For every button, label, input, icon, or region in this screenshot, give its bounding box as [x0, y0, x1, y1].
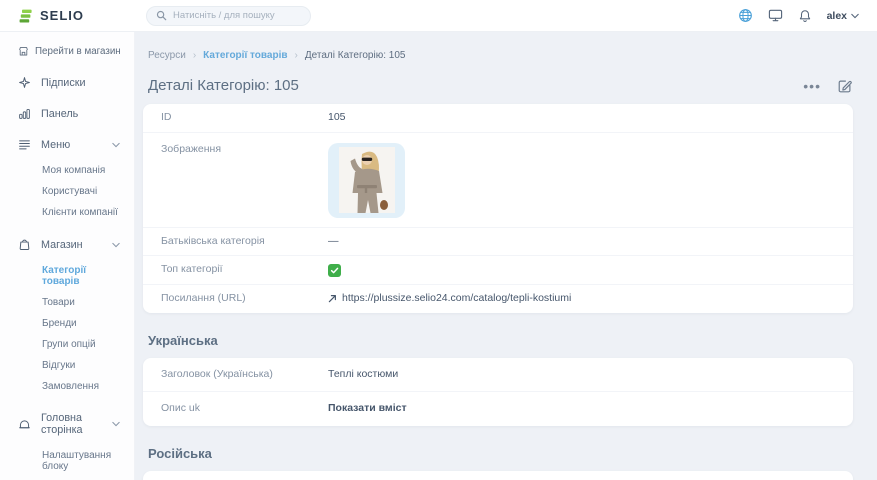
category-url-link[interactable]: https://plussize.selio24.com/catalog/tep… — [342, 292, 571, 306]
detail-row-url: Посилання (URL) https://plussize.selio24… — [143, 285, 853, 313]
sidebar-item-label: Панель — [41, 108, 120, 120]
show-content-link-uk[interactable]: Показати вміст — [328, 402, 407, 416]
field-label: Топ категорії — [161, 263, 328, 277]
home-page-icon — [17, 418, 31, 431]
more-actions-button[interactable]: ••• — [803, 81, 821, 91]
uk-description-row: Опис uk Показати вміст — [143, 392, 853, 426]
section-title-ukrainian: Українська — [148, 333, 853, 348]
edit-pencil-icon — [837, 78, 853, 94]
field-value: — — [328, 235, 339, 249]
field-label: Зображення — [161, 141, 328, 157]
category-image-thumbnail[interactable] — [328, 143, 405, 218]
section-title-russian: Російська — [148, 446, 853, 461]
field-value: 105 — [328, 111, 346, 125]
header-actions: alex — [738, 8, 859, 23]
bell-icon[interactable] — [798, 9, 812, 23]
uk-heading-row: Заголовок (Українська) Теплі костюми — [143, 358, 853, 393]
sidebar-subitem-products[interactable]: Товари — [0, 292, 134, 313]
sidebar-item-label: Головна сторінка — [41, 412, 102, 436]
sidebar-subitem-brands[interactable]: Бренди — [0, 313, 134, 334]
sidebar-item-menu[interactable]: Меню — [0, 129, 134, 160]
user-name: alex — [827, 10, 847, 22]
breadcrumb-current: Деталі Категорію: 105 — [305, 50, 406, 61]
field-label: Батьківська категорія — [161, 235, 328, 249]
sidebar-item-label: Підписки — [41, 77, 120, 89]
page-actions: ••• — [803, 78, 853, 94]
sidebar-item-panel[interactable]: Панель — [0, 98, 134, 129]
top-category-checkbox[interactable] — [328, 264, 341, 277]
breadcrumb-resources[interactable]: Ресурси — [148, 50, 186, 61]
category-photo — [338, 147, 396, 213]
title-row: Деталі Категорію: 105 ••• — [148, 77, 853, 94]
breadcrumb-separator: › — [193, 50, 196, 61]
display-icon[interactable] — [768, 8, 783, 23]
sidebar-item-label: Меню — [41, 139, 102, 151]
edit-button[interactable] — [837, 78, 853, 94]
category-details-card: ID 105 Зображення — [143, 104, 853, 313]
field-value: Теплі костюми — [328, 368, 398, 382]
selio-logo-icon — [18, 8, 34, 24]
sidebar-subitem-reviews[interactable]: Відгуки — [0, 355, 134, 376]
sidebar-item-shop[interactable]: Магазин — [0, 229, 134, 260]
field-label: Опис uk — [161, 402, 328, 416]
field-label: ID — [161, 111, 328, 125]
detail-row-image: Зображення — [143, 133, 853, 228]
field-label: Посилання (URL) — [161, 292, 328, 306]
sidebar-item-home-page[interactable]: Головна сторінка — [0, 403, 134, 445]
sidebar-subitem-option-groups[interactable]: Групи опцій — [0, 334, 134, 355]
sidebar-subitem-orders[interactable]: Замовлення — [0, 376, 134, 397]
sparkles-icon — [17, 76, 31, 89]
go-to-store-label: Перейти в магазин — [35, 46, 121, 57]
bar-chart-icon — [17, 107, 31, 120]
sidebar: Перейти в магазин Підписки — [0, 32, 135, 480]
storefront-icon — [18, 46, 29, 57]
ukrainian-card: Заголовок (Українська) Теплі костюми Опи… — [143, 358, 853, 426]
field-label: Заголовок (Українська) — [161, 368, 328, 382]
detail-row-top-category: Топ категорії — [143, 256, 853, 285]
user-menu[interactable]: alex — [827, 10, 859, 22]
main-content: Ресурси › Категорії товарів › Деталі Кат… — [135, 32, 877, 480]
search-input[interactable]: Натисніть / для пошуку — [146, 6, 311, 26]
breadcrumb-separator: › — [295, 50, 298, 61]
shopping-bag-icon — [17, 238, 31, 251]
external-link-icon — [328, 294, 337, 303]
chevron-down-icon — [851, 13, 859, 19]
detail-row-parent-category: Батьківська категорія — — [143, 228, 853, 257]
hamburger-icon — [17, 138, 31, 151]
sidebar-subitem-company-clients[interactable]: Клієнти компанії — [0, 202, 134, 223]
sidebar-subitem-my-company[interactable]: Моя компанія — [0, 160, 134, 181]
sidebar-item-subscriptions[interactable]: Підписки — [0, 67, 134, 98]
detail-row-id: ID 105 — [143, 104, 853, 133]
sidebar-go-to-store-link[interactable]: Перейти в магазин — [0, 38, 134, 67]
russian-card: Заголовок (Російська) Тёплые костюмы Опи… — [143, 471, 853, 480]
chevron-down-icon — [112, 142, 120, 148]
check-icon — [330, 266, 339, 275]
ru-heading-row: Заголовок (Російська) Тёплые костюмы — [143, 471, 853, 480]
search-placeholder: Натисніть / для пошуку — [173, 10, 275, 21]
chevron-down-icon — [112, 421, 120, 427]
sidebar-subitem-product-categories[interactable]: Категорії товарів — [0, 260, 134, 292]
admin-app: SELIO Натисніть / для пошуку — [0, 0, 877, 480]
logo-text: SELIO — [40, 8, 84, 23]
sidebar-subitem-users[interactable]: Користувачі — [0, 181, 134, 202]
chevron-down-icon — [112, 242, 120, 248]
sidebar-subitem-block-settings[interactable]: Налаштування блоку — [0, 445, 134, 477]
search-icon — [156, 10, 167, 21]
sidebar-item-label: Магазин — [41, 239, 102, 251]
breadcrumb: Ресурси › Категорії товарів › Деталі Кат… — [148, 50, 853, 61]
page-title: Деталі Категорію: 105 — [148, 77, 299, 94]
breadcrumb-product-categories[interactable]: Категорії товарів — [203, 50, 287, 61]
top-bar: SELIO Натисніть / для пошуку — [0, 0, 877, 32]
app-logo[interactable]: SELIO — [18, 8, 84, 24]
globe-icon[interactable] — [738, 8, 753, 23]
